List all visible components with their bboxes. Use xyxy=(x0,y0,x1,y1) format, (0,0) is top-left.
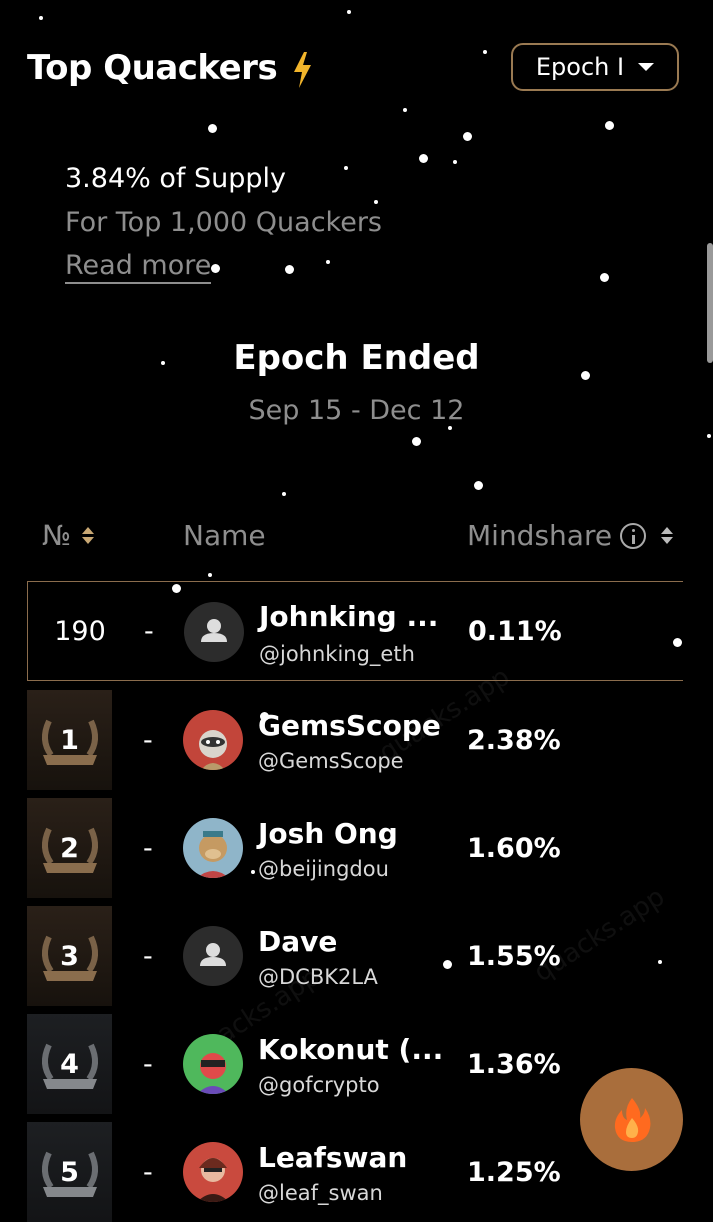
user-icon xyxy=(200,943,226,966)
name-column-header: Name xyxy=(183,519,266,552)
epoch-status: Epoch Ended xyxy=(233,338,480,378)
rank-badge: 5 xyxy=(27,1122,112,1222)
rank-badge: 4 xyxy=(27,1014,112,1114)
sort-icon xyxy=(660,526,674,546)
rank-number: 4 xyxy=(60,1048,79,1080)
read-more-link[interactable]: Read more xyxy=(65,250,212,284)
rank-number: 190 xyxy=(54,615,106,647)
epoch-date-range: Sep 15 - Dec 12 xyxy=(248,395,465,426)
mindshare-value: 2.38% xyxy=(467,725,561,756)
page-title: Top Quackers xyxy=(27,48,278,88)
rank-column-header[interactable]: № xyxy=(42,519,95,552)
rank-change: - xyxy=(143,940,153,972)
epoch-dropdown-label: Epoch I xyxy=(535,53,625,81)
info-icon[interactable] xyxy=(620,522,647,549)
epoch-dropdown[interactable]: Epoch I xyxy=(511,43,679,91)
user-handle: @leaf_swan xyxy=(258,1181,383,1205)
user-name: Leafswan xyxy=(258,1141,408,1174)
mindshare-column-header[interactable]: Mindshare xyxy=(467,519,674,552)
user-handle: @GemsScope xyxy=(258,749,404,773)
user-icon xyxy=(201,619,227,642)
avatar xyxy=(183,1142,243,1202)
rank-header-label: № xyxy=(42,519,72,552)
user-name: Dave xyxy=(258,925,338,958)
mindshare-header-label: Mindshare xyxy=(467,519,613,552)
avatar xyxy=(183,818,243,878)
user-handle: @gofcrypto xyxy=(258,1073,380,1097)
mindshare-value: 1.36% xyxy=(467,1049,561,1080)
scrollbar[interactable] xyxy=(707,243,713,363)
sort-icon xyxy=(81,526,95,546)
rank-change: - xyxy=(143,1156,153,1188)
rank-change: - xyxy=(143,1048,153,1080)
user-name: GemsScope xyxy=(258,709,441,742)
user-name: Josh Ong xyxy=(258,817,398,850)
leaderboard-row[interactable]: 2 - Josh Ong @beijingdou 1.60% xyxy=(27,798,683,898)
avatar xyxy=(183,710,243,770)
rank-change: - xyxy=(143,832,153,864)
user-name: Johnking ... xyxy=(259,600,439,633)
avatar xyxy=(183,1034,243,1094)
avatar xyxy=(183,926,243,986)
fire-icon xyxy=(614,1097,650,1142)
rank-number: 5 xyxy=(60,1156,79,1188)
user-handle: @DCBK2LA xyxy=(258,965,378,989)
mindshare-value: 1.25% xyxy=(467,1157,561,1188)
leaderboard-row[interactable]: 1 - GemsScope @GemsScope 2.38% xyxy=(27,690,683,790)
chevron-down-icon xyxy=(638,63,655,71)
rank-change: - xyxy=(143,724,153,756)
rank-badge: 1 xyxy=(27,690,112,790)
avatar xyxy=(184,602,244,662)
mindshare-value: 1.55% xyxy=(467,941,561,972)
rank-number: 3 xyxy=(60,940,79,972)
rank-number: 1 xyxy=(60,724,79,756)
rank-change: - xyxy=(144,615,154,647)
rank-number: 2 xyxy=(60,832,79,864)
user-handle: @johnking_eth xyxy=(259,642,415,666)
user-name: Kokonut (... xyxy=(258,1033,444,1066)
mindshare-value: 0.11% xyxy=(468,616,562,647)
supply-percent: 3.84% of Supply xyxy=(65,163,286,194)
rank-badge: 3 xyxy=(27,906,112,1006)
mindshare-value: 1.60% xyxy=(467,833,561,864)
user-handle: @beijingdou xyxy=(258,857,389,881)
current-user-row[interactable]: 190 - Johnking ... @johnking_eth 0.11% xyxy=(27,581,683,681)
supply-subtitle: For Top 1,000 Quackers xyxy=(65,207,382,238)
leaderboard-row[interactable]: 3 - Dave @DCBK2LA 1.55% xyxy=(27,906,683,1006)
rank-badge: 2 xyxy=(27,798,112,898)
lightning-icon xyxy=(294,52,311,88)
fire-button[interactable] xyxy=(580,1068,683,1171)
name-header-label: Name xyxy=(183,519,266,552)
